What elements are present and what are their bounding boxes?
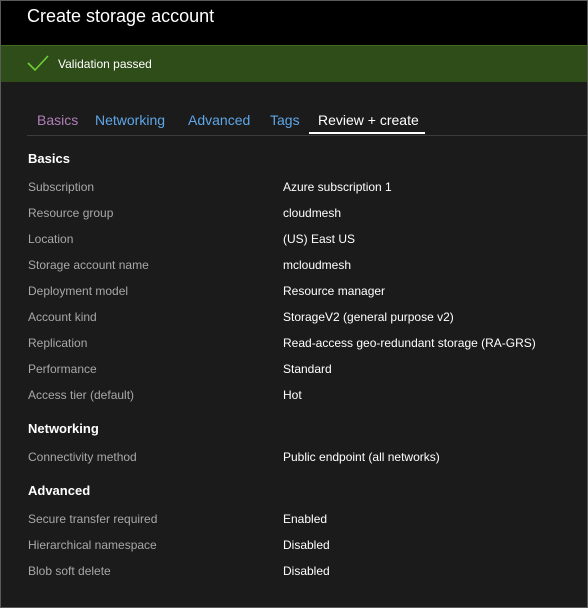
tab-review-create[interactable]: Review + create [318, 111, 419, 129]
summary-row: Connectivity method Public endpoint (all… [28, 449, 577, 465]
section-heading-advanced: Advanced [28, 483, 91, 498]
row-label: Subscription [28, 180, 95, 194]
row-label: Access tier (default) [28, 388, 135, 402]
section-heading-basics: Basics [28, 151, 70, 166]
summary-row: Subscription Azure subscription 1 [28, 179, 577, 195]
row-value: Disabled [283, 564, 330, 578]
tab-advanced[interactable]: Advanced [188, 111, 250, 129]
row-label: Account kind [28, 310, 97, 324]
title-bar: Create storage account [1, 1, 587, 45]
row-value: Hot [283, 388, 302, 402]
create-storage-account-blade: Create storage account Validation passed… [0, 0, 588, 608]
tab-tags[interactable]: Tags [270, 111, 300, 129]
row-value: Resource manager [283, 284, 386, 298]
summary-row: Location (US) East US [28, 231, 577, 247]
row-value: StorageV2 (general purpose v2) [283, 310, 454, 324]
row-value: cloudmesh [283, 206, 342, 220]
row-label: Location [28, 232, 74, 246]
row-label: Deployment model [28, 284, 129, 298]
validation-message: Validation passed [58, 57, 152, 71]
row-value: Public endpoint (all networks) [283, 450, 440, 464]
tab-networking[interactable]: Networking [95, 111, 165, 129]
row-label: Hierarchical namespace [28, 538, 157, 552]
row-value: mcloudmesh [283, 258, 352, 272]
row-label: Blob soft delete [28, 564, 111, 578]
summary-row: Secure transfer required Enabled [28, 511, 577, 527]
row-label: Secure transfer required [28, 512, 158, 526]
checkmark-icon [27, 55, 49, 72]
summary-row: Hierarchical namespace Disabled [28, 537, 577, 553]
tab-divider [27, 135, 587, 136]
summary-row: Blob soft delete Disabled [28, 563, 577, 579]
row-label: Resource group [28, 206, 114, 220]
summary-row: Resource group cloudmesh [28, 205, 577, 221]
section-heading-networking: Networking [28, 421, 99, 436]
tab-strip: Basics Networking Advanced Tags Review +… [27, 109, 587, 135]
summary-row: Performance Standard [28, 361, 577, 377]
row-label: Storage account name [28, 258, 149, 272]
row-label: Replication [28, 336, 88, 350]
validation-banner: Validation passed [1, 45, 587, 82]
row-value: Disabled [283, 538, 330, 552]
row-value: Azure subscription 1 [283, 180, 392, 194]
summary-row: Access tier (default) Hot [28, 387, 577, 403]
row-value: Read-access geo-redundant storage (RA-GR… [283, 336, 536, 350]
tab-basics[interactable]: Basics [37, 111, 78, 129]
summary-row: Replication Read-access geo-redundant st… [28, 335, 577, 351]
page-title: Create storage account [27, 6, 215, 26]
row-label: Connectivity method [28, 450, 137, 464]
summary-row: Account kind StorageV2 (general purpose … [28, 309, 577, 325]
row-value: Standard [283, 362, 332, 376]
active-tab-indicator [309, 132, 425, 134]
summary-row: Deployment model Resource manager [28, 283, 577, 299]
row-value: (US) East US [283, 232, 356, 246]
row-value: Enabled [283, 512, 328, 526]
summary-row: Storage account name mcloudmesh [28, 257, 577, 273]
row-label: Performance [28, 362, 97, 376]
